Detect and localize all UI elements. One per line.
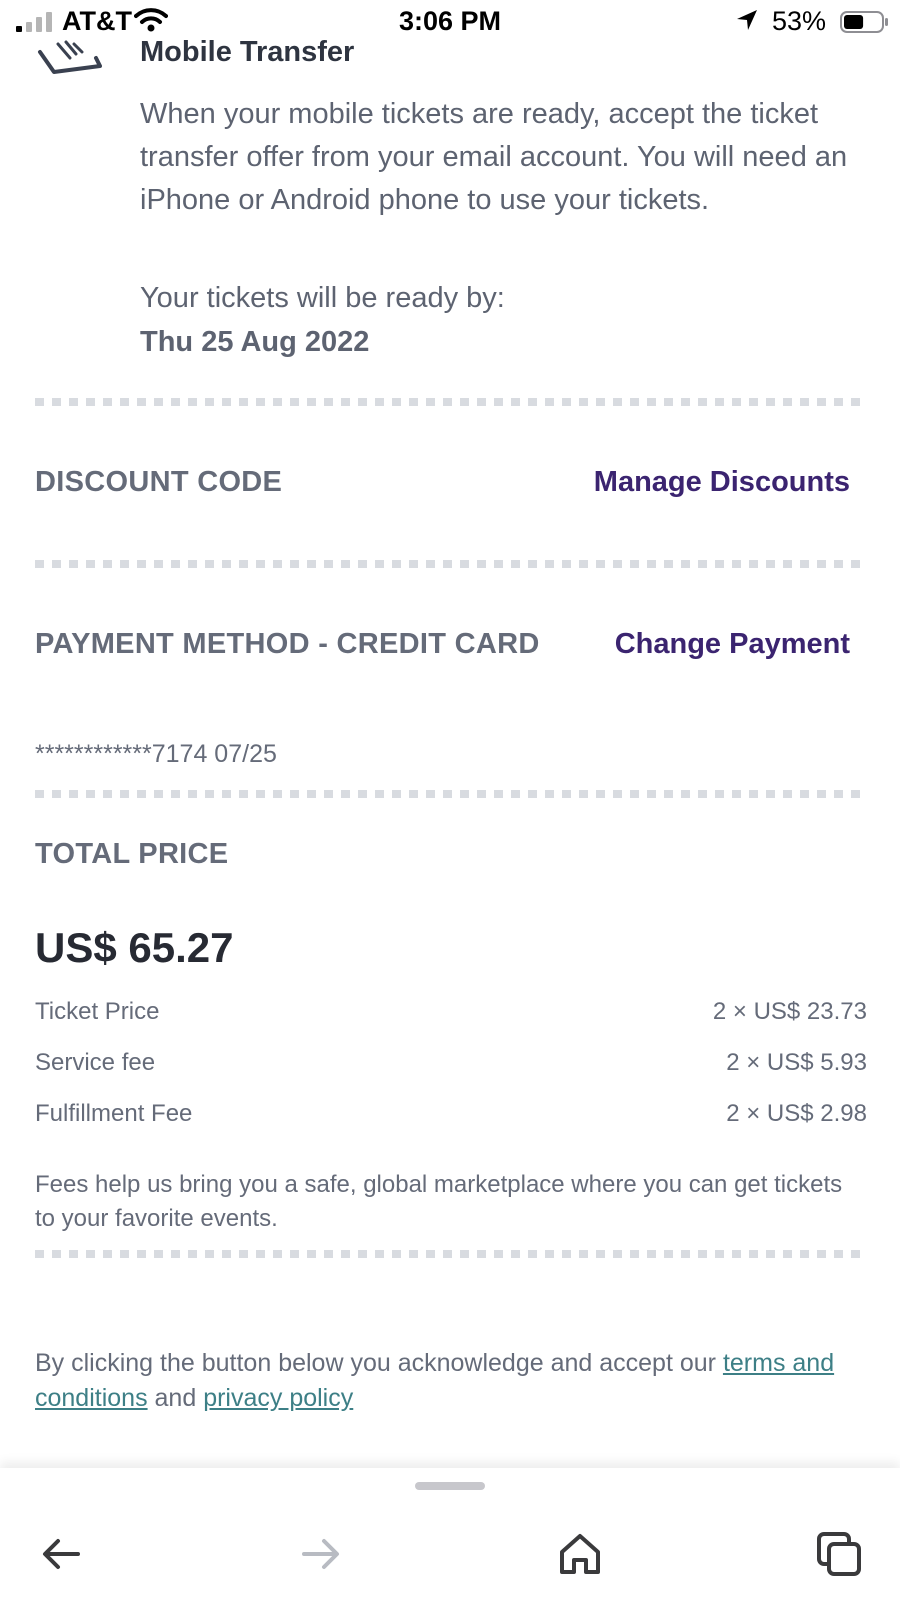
battery-percent: 53%	[772, 6, 827, 36]
card-number-expiry: ************7174 07/25	[35, 740, 277, 768]
fees-explanation: Fees help us bring you a safe, global ma…	[35, 1171, 843, 1232]
drag-handle[interactable]	[415, 1482, 485, 1490]
price-breakdown-row: Service fee 2 × US$ 5.93	[35, 1049, 867, 1083]
section-divider	[35, 398, 867, 406]
arrow-left-icon[interactable]	[38, 1530, 86, 1578]
ticket-transfer-icon	[38, 40, 102, 74]
fulfillment-fee-value: 2 × US$ 2.98	[726, 1100, 867, 1127]
tickets-ready-date: Thu 25 Aug 2022	[140, 326, 370, 358]
ticket-price-label: Ticket Price	[35, 998, 160, 1025]
mobile-transfer-description: When your mobile tickets are ready, acce…	[140, 98, 848, 216]
home-icon[interactable]	[556, 1530, 604, 1578]
legal-prefix-text: By clicking the button below you acknowl…	[35, 1349, 723, 1377]
legal-acknowledgement: By clicking the button below you acknowl…	[35, 1346, 855, 1416]
battery-icon	[840, 11, 888, 33]
ticket-price-value: 2 × US$ 23.73	[712, 998, 867, 1025]
privacy-policy-link[interactable]: privacy policy	[203, 1384, 353, 1412]
tabs-icon[interactable]	[815, 1530, 863, 1578]
mobile-transfer-title: Mobile Transfer	[140, 36, 355, 68]
section-divider	[35, 790, 867, 798]
status-bar: AT&T 3:06 PM 53%	[0, 0, 900, 44]
total-price-heading: TOTAL PRICE	[35, 838, 229, 870]
location-arrow-icon	[737, 10, 757, 30]
arrow-right-icon[interactable]	[296, 1530, 344, 1578]
change-payment-link[interactable]: Change Payment	[615, 628, 850, 661]
tickets-ready-label: Your tickets will be ready by:	[140, 282, 505, 314]
payment-method-heading: PAYMENT METHOD - CREDIT CARD	[35, 628, 540, 660]
price-breakdown-row: Fulfillment Fee 2 × US$ 2.98	[35, 1100, 867, 1134]
total-price-amount: US$ 65.27	[35, 924, 234, 971]
legal-middle-text: and	[147, 1384, 204, 1412]
manage-discounts-link[interactable]: Manage Discounts	[594, 466, 850, 499]
price-breakdown-row: Ticket Price 2 × US$ 23.73	[35, 998, 867, 1032]
section-divider	[35, 1250, 867, 1258]
status-time: 3:06 PM	[398, 6, 502, 36]
browser-toolbar	[0, 1468, 900, 1600]
service-fee-value: 2 × US$ 5.93	[726, 1049, 867, 1076]
section-divider	[35, 560, 867, 568]
service-fee-label: Service fee	[35, 1049, 156, 1076]
fulfillment-fee-label: Fulfillment Fee	[35, 1100, 193, 1127]
discount-code-heading: DISCOUNT CODE	[35, 466, 283, 498]
